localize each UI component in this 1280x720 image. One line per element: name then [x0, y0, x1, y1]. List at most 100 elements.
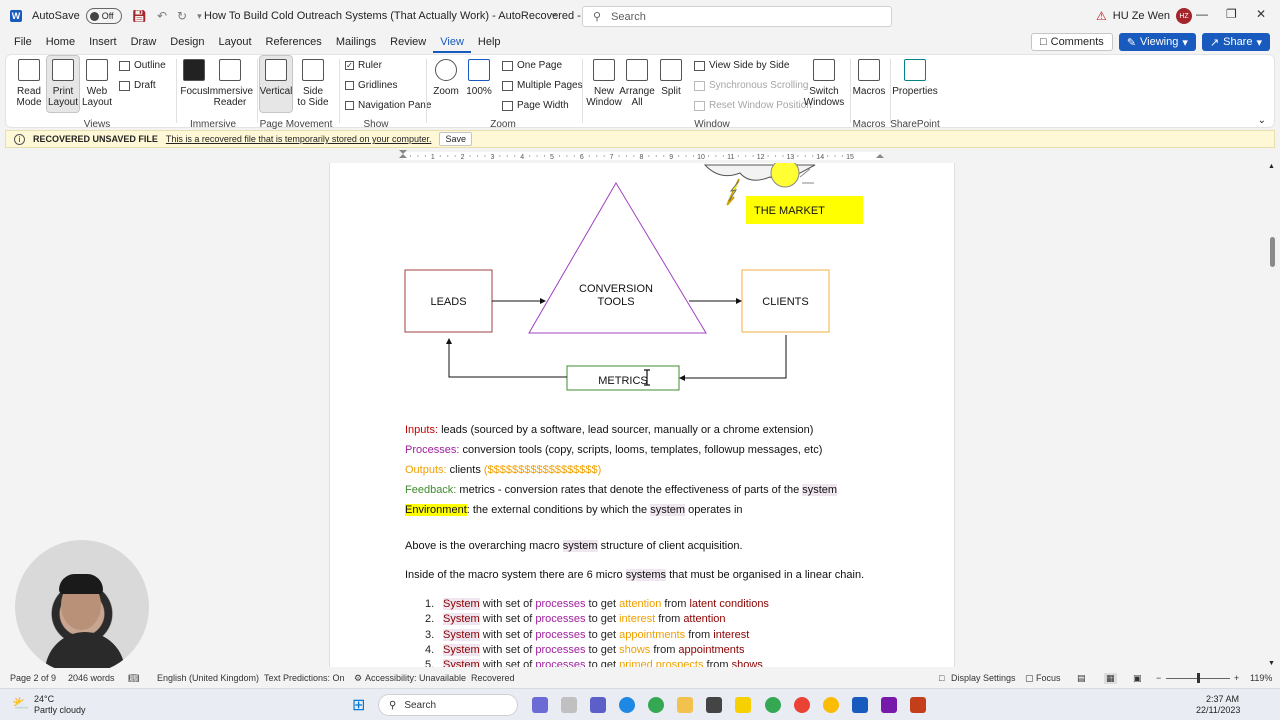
display-settings-button[interactable]: Display Settings — [951, 673, 1016, 683]
view-side-by-side-button[interactable]: View Side by Side — [694, 60, 789, 71]
search-input[interactable]: ⚲ Search — [582, 6, 892, 27]
weather-text[interactable]: Partly cloudy — [34, 705, 86, 715]
chrome-icon[interactable] — [648, 697, 664, 713]
tab-mailings[interactable]: Mailings — [329, 33, 383, 53]
windows-start-icon[interactable]: ⊞ — [352, 695, 365, 715]
tab-review[interactable]: Review — [383, 33, 433, 53]
tab-help[interactable]: Help — [471, 33, 508, 53]
accessibility-status[interactable]: Accessibility: Unavailable — [365, 673, 466, 683]
restore-icon[interactable]: ❐ — [1226, 7, 1237, 21]
tab-file[interactable]: File — [7, 33, 39, 53]
share-button[interactable]: ↗ Share ▾ — [1201, 33, 1270, 51]
sticky-notes-icon[interactable] — [735, 697, 751, 713]
new-window-button[interactable]: New Window — [586, 59, 622, 108]
one-page-button[interactable]: One Page — [502, 60, 562, 71]
language[interactable]: English (United Kingdom) — [157, 673, 259, 683]
edge-icon[interactable] — [619, 697, 635, 713]
print-layout-view-icon[interactable]: ▦ — [1104, 673, 1117, 684]
switch-windows-button[interactable]: Switch Windows — [802, 59, 846, 108]
infobar-save-button[interactable]: Save — [439, 132, 472, 146]
copilot-icon[interactable] — [532, 697, 548, 713]
ruler-checkbox[interactable]: ✓ Ruler — [345, 60, 382, 71]
clock-date[interactable]: 22/11/2023 — [1196, 705, 1240, 715]
weather-temp[interactable]: 24°C — [34, 694, 54, 704]
web-layout-button[interactable]: Web Layout — [82, 59, 112, 108]
zoom-in-icon[interactable]: + — [1234, 673, 1239, 683]
focus-button[interactable]: Focus — [180, 59, 208, 97]
scroll-thumb[interactable] — [1270, 237, 1275, 267]
page-count[interactable]: Page 2 of 9 — [10, 673, 56, 683]
zoom-100-button[interactable]: 100% — [466, 59, 492, 97]
weather-icon[interactable]: ⛅ — [12, 695, 29, 712]
switch-windows-icon — [813, 59, 835, 81]
onenote-icon[interactable] — [881, 697, 897, 713]
minimize-icon[interactable]: — — [1196, 7, 1208, 21]
user-account[interactable]: ⚠ HU Ze Wen HZ — [1096, 8, 1193, 24]
comments-button[interactable]: □ Comments — [1030, 33, 1113, 51]
read-mode-view-icon[interactable]: ▤ — [1077, 673, 1086, 684]
horizontal-ruler[interactable]: 1 2 3 4 5 6 7 8 9 10 11 12 13 14 15 — [330, 150, 955, 162]
chrome-profile-icon[interactable] — [765, 697, 781, 713]
tab-layout[interactable]: Layout — [212, 33, 259, 53]
print-layout-button[interactable]: Print Layout — [46, 55, 80, 113]
split-button[interactable]: Split — [657, 59, 685, 97]
infobar-message[interactable]: This is a recovered file that is tempora… — [166, 134, 432, 144]
zoom-level[interactable]: 119% — [1250, 673, 1272, 683]
multiple-pages-button[interactable]: Multiple Pages — [502, 80, 583, 91]
undo-icon[interactable]: ↶ — [157, 9, 167, 23]
word-count[interactable]: 2046 words — [68, 673, 115, 683]
scroll-down-icon[interactable]: ▼ — [1268, 660, 1275, 667]
zoom-button[interactable]: Zoom — [433, 59, 459, 97]
store-icon[interactable] — [706, 697, 722, 713]
indent-marker-icon[interactable] — [399, 150, 407, 158]
read-mode-button[interactable]: Read Mode — [14, 59, 44, 108]
chrome-profile-3-icon[interactable] — [823, 697, 839, 713]
outline-button[interactable]: Outline — [119, 60, 166, 71]
chrome-profile-2-icon[interactable] — [794, 697, 810, 713]
collapse-ribbon-icon[interactable]: ⌄ — [1258, 115, 1266, 126]
immersive-reader-button[interactable]: Immersive Reader — [207, 59, 253, 108]
task-view-icon[interactable] — [561, 697, 577, 713]
focus-mode-button[interactable]: Focus — [1036, 673, 1061, 683]
clock-time[interactable]: 2:37 AM — [1206, 694, 1239, 704]
web-layout-view-icon[interactable]: ▣ — [1133, 673, 1142, 684]
scroll-up-icon[interactable]: ▲ — [1268, 163, 1275, 170]
tab-insert[interactable]: Insert — [82, 33, 124, 53]
list-item-mid2: to get — [585, 629, 620, 641]
page-width-button[interactable]: Page Width — [502, 100, 569, 111]
proofing-icon[interactable]: 📖︎ — [128, 673, 139, 684]
customize-toolbar-icon[interactable]: ▾ — [197, 11, 202, 22]
taskbar-search[interactable]: ⚲ Search — [378, 694, 518, 716]
autosave-toggle[interactable]: Off — [85, 8, 122, 24]
tab-draw[interactable]: Draw — [124, 33, 164, 53]
tab-design[interactable]: Design — [163, 33, 211, 53]
vertical-scrollbar[interactable]: ▲ ▼ — [1268, 163, 1276, 667]
teams-icon[interactable] — [590, 697, 606, 713]
file-explorer-icon[interactable] — [677, 697, 693, 713]
zoom-slider-thumb[interactable] — [1197, 673, 1200, 683]
list-item-number: 1. — [425, 598, 435, 610]
tab-home[interactable]: Home — [39, 33, 82, 53]
tab-references[interactable]: References — [259, 33, 329, 53]
side-to-side-button[interactable]: Side to Side — [296, 59, 330, 108]
save-icon[interactable]: 💾︎ — [132, 9, 147, 23]
document-area[interactable]: THE MARKET LEADS CONVERSION TOOLS CLIENT… — [0, 163, 1280, 667]
draft-button[interactable]: Draft — [119, 80, 156, 91]
right-indent-marker-icon[interactable] — [876, 154, 884, 158]
text-predictions[interactable]: Text Predictions: On — [264, 673, 345, 683]
macros-button[interactable]: Macros — [852, 59, 886, 97]
navigation-pane-checkbox[interactable]: Navigation Pane — [345, 100, 431, 111]
word-taskbar-icon[interactable] — [852, 697, 868, 713]
viewing-button[interactable]: ✎ Viewing ▾ — [1118, 33, 1196, 51]
gridlines-checkbox[interactable]: Gridlines — [345, 80, 397, 91]
vertical-button[interactable]: Vertical — [259, 55, 293, 113]
chevron-down-icon[interactable]: ⌄ — [550, 8, 558, 19]
powerpoint-icon[interactable] — [910, 697, 926, 713]
document-page[interactable]: THE MARKET LEADS CONVERSION TOOLS CLIENT… — [329, 163, 955, 667]
tab-view[interactable]: View — [433, 33, 471, 53]
arrange-all-button[interactable]: Arrange All — [619, 59, 655, 108]
redo-icon[interactable]: ↻ — [177, 9, 187, 23]
properties-button[interactable]: Properties — [892, 59, 938, 97]
close-icon[interactable]: ✕ — [1256, 7, 1266, 21]
zoom-out-icon[interactable]: − — [1156, 673, 1161, 683]
